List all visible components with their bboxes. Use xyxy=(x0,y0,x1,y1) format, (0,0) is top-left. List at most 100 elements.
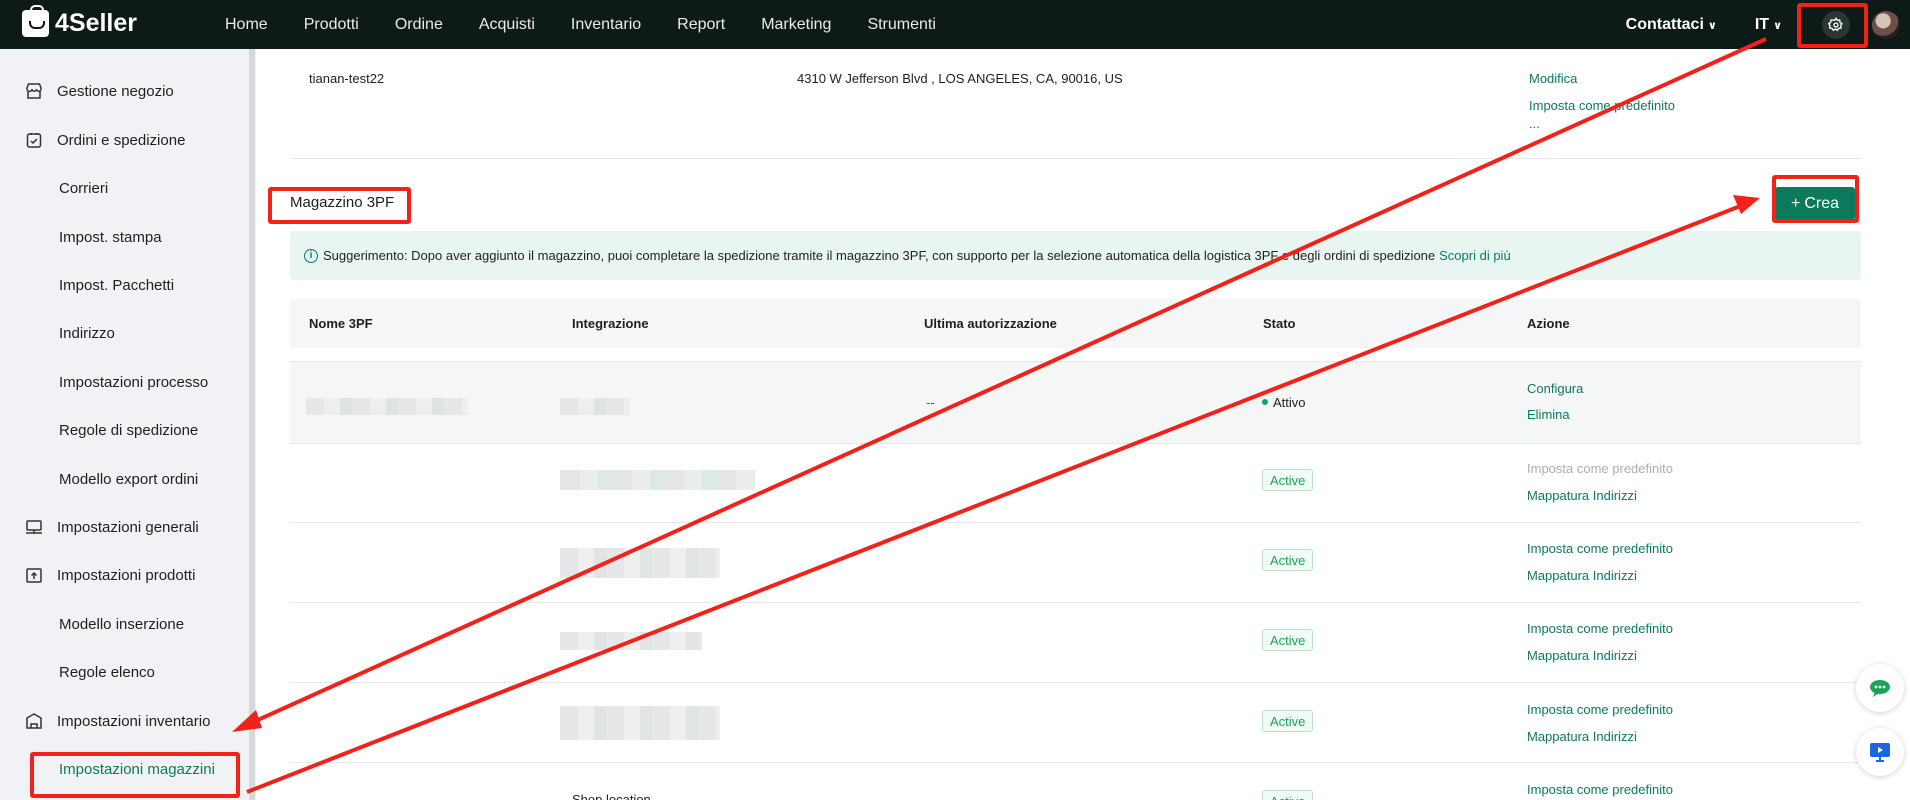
sidebar-item-store-management[interactable]: Gestione negozio xyxy=(0,71,250,111)
column-header-action: Azione xyxy=(1527,316,1570,331)
set-default-link[interactable]: Imposta come predefinito xyxy=(1527,541,1673,556)
address-mapping-link[interactable]: Mappatura Indirizzi xyxy=(1527,568,1637,583)
more-actions-link[interactable]: ... xyxy=(1529,116,1540,131)
sidebar-item-label: Impostazioni inventario xyxy=(57,712,211,730)
sidebar-item-label: Impostazioni generali xyxy=(57,518,199,536)
tip-banner: i Suggerimento: Dopo aver aggiunto il ma… xyxy=(290,231,1861,280)
sidebar-item-label: Regole di spedizione xyxy=(59,421,199,439)
box-upload-icon xyxy=(26,568,42,583)
set-default-link[interactable]: Imposta come predefinito xyxy=(1529,98,1675,113)
divider xyxy=(290,158,1861,159)
sidebar-item-package-settings[interactable]: Impost. Pacchetti xyxy=(0,265,250,305)
delete-link[interactable]: Elimina xyxy=(1527,407,1570,422)
divider xyxy=(290,522,1861,523)
chat-icon xyxy=(1870,680,1890,697)
sidebar-item-inventory-settings[interactable]: Impostazioni inventario xyxy=(0,701,250,741)
divider xyxy=(290,602,1861,603)
shopping-bag-icon xyxy=(22,5,49,37)
highlight-create-button-box xyxy=(1772,175,1859,223)
sidebar-item-label: Indirizzo xyxy=(59,324,115,342)
sidebar-item-orders-shipping[interactable]: Ordini e spedizione xyxy=(0,120,250,160)
status-badge: Active xyxy=(1262,549,1314,571)
monitor-icon xyxy=(26,520,42,534)
status-badge: Active xyxy=(1262,469,1314,491)
address-mapping-link[interactable]: Mappatura Indirizzi xyxy=(1527,488,1637,503)
learn-more-link[interactable]: Scopri di più xyxy=(1439,248,1511,263)
status-badge: Active xyxy=(1262,790,1314,800)
video-tutorial-button[interactable] xyxy=(1856,728,1904,776)
status-badge: Active xyxy=(1262,629,1314,651)
sidebar-item-label: Impost. Pacchetti xyxy=(59,276,175,294)
sidebar-item-listing-rules[interactable]: Regole elenco xyxy=(0,652,250,692)
sidebar-item-order-export-template[interactable]: Modello export ordini xyxy=(0,459,250,499)
divider xyxy=(290,682,1861,683)
screen-play-icon xyxy=(1870,743,1890,762)
avatar[interactable] xyxy=(1872,10,1900,39)
info-icon: i xyxy=(304,248,318,263)
chevron-down-icon: ∨ xyxy=(1707,19,1717,32)
sidebar-item-general-settings[interactable]: Impostazioni generali xyxy=(0,507,250,547)
highlight-settings-box xyxy=(1797,3,1868,48)
redacted-name xyxy=(306,398,468,415)
redacted-integration xyxy=(560,706,720,740)
sidebar-item-label: Regole elenco xyxy=(59,663,155,681)
divider xyxy=(290,762,1861,763)
brand-name: 4Seller xyxy=(55,9,138,37)
sidebar-item-shipping-rules[interactable]: Regole di spedizione xyxy=(0,410,250,450)
nav-tools[interactable]: Strumenti xyxy=(867,16,935,34)
highlight-section-title-box xyxy=(268,187,411,224)
sidebar-item-label: Impostazioni processo xyxy=(59,373,209,391)
chat-support-button[interactable] xyxy=(1856,664,1904,712)
nav-orders[interactable]: Ordine xyxy=(395,16,443,34)
set-default-link[interactable]: Imposta come predefinito xyxy=(1527,702,1673,717)
set-default-link[interactable]: Imposta come predefinito xyxy=(1527,782,1673,797)
status-badge: Active xyxy=(1262,710,1314,732)
clipboard-check-icon xyxy=(26,133,42,148)
column-header-name: Nome 3PF xyxy=(309,316,373,331)
address-text: 4310 W Jefferson Blvd , LOS ANGELES, CA,… xyxy=(797,71,1123,86)
sidebar-item-label: Ordini e spedizione xyxy=(57,131,186,149)
redacted-integration xyxy=(560,632,702,650)
integration-text: Shop location xyxy=(572,792,651,800)
table-row xyxy=(290,361,1861,443)
highlight-warehouse-settings-box xyxy=(30,752,240,798)
main-nav: Home Prodotti Ordine Acquisti Inventario… xyxy=(225,0,972,49)
sidebar-item-label: Corrieri xyxy=(59,179,109,197)
nav-inventory[interactable]: Inventario xyxy=(571,16,641,34)
sidebar-item-label: Gestione negozio xyxy=(57,82,174,100)
store-icon xyxy=(26,83,42,99)
status-dot xyxy=(1262,399,1268,405)
last-authorization-value: -- xyxy=(926,395,935,410)
nav-home[interactable]: Home xyxy=(225,16,268,34)
column-header-status: Stato xyxy=(1263,316,1296,331)
contact-menu[interactable]: Contattaci ∨ xyxy=(1626,16,1717,34)
language-selector[interactable]: IT ∨ xyxy=(1755,16,1782,34)
divider xyxy=(290,443,1861,444)
address-mapping-link[interactable]: Mappatura Indirizzi xyxy=(1527,729,1637,744)
redacted-integration xyxy=(560,548,720,578)
status-text: Attivo xyxy=(1273,395,1306,410)
set-default-link[interactable]: Imposta come predefinito xyxy=(1527,621,1673,636)
nav-purchases[interactable]: Acquisti xyxy=(479,16,535,34)
redacted-integration xyxy=(560,398,630,415)
sidebar-item-product-settings[interactable]: Impostazioni prodotti xyxy=(0,555,250,595)
sidebar-item-process-settings[interactable]: Impostazioni processo xyxy=(0,362,250,402)
nav-report[interactable]: Report xyxy=(677,16,725,34)
configure-link[interactable]: Configura xyxy=(1527,381,1583,396)
redacted-integration xyxy=(560,470,755,490)
sidebar-item-print-settings[interactable]: Impost. stampa xyxy=(0,217,250,257)
sidebar-item-listing-template[interactable]: Modello inserzione xyxy=(0,604,250,644)
top-navigation-bar: 4Seller Home Prodotti Ordine Acquisti In… xyxy=(0,0,1910,49)
sidebar-item-address[interactable]: Indirizzo xyxy=(0,313,250,353)
sidebar-item-label: Modello export ordini xyxy=(59,470,199,488)
table-header xyxy=(290,299,1861,348)
tip-text: Suggerimento: Dopo aver aggiunto il maga… xyxy=(323,248,1436,263)
sidebar-item-carriers[interactable]: Corrieri xyxy=(0,168,250,208)
address-mapping-link[interactable]: Mappatura Indirizzi xyxy=(1527,648,1637,663)
sidebar-item-label: Modello inserzione xyxy=(59,615,185,633)
edit-link[interactable]: Modifica xyxy=(1529,71,1577,86)
nav-marketing[interactable]: Marketing xyxy=(761,16,831,34)
brand-logo[interactable]: 4Seller xyxy=(22,5,138,38)
column-header-last-authorization: Ultima autorizzazione xyxy=(924,316,1057,331)
nav-products[interactable]: Prodotti xyxy=(304,16,359,34)
